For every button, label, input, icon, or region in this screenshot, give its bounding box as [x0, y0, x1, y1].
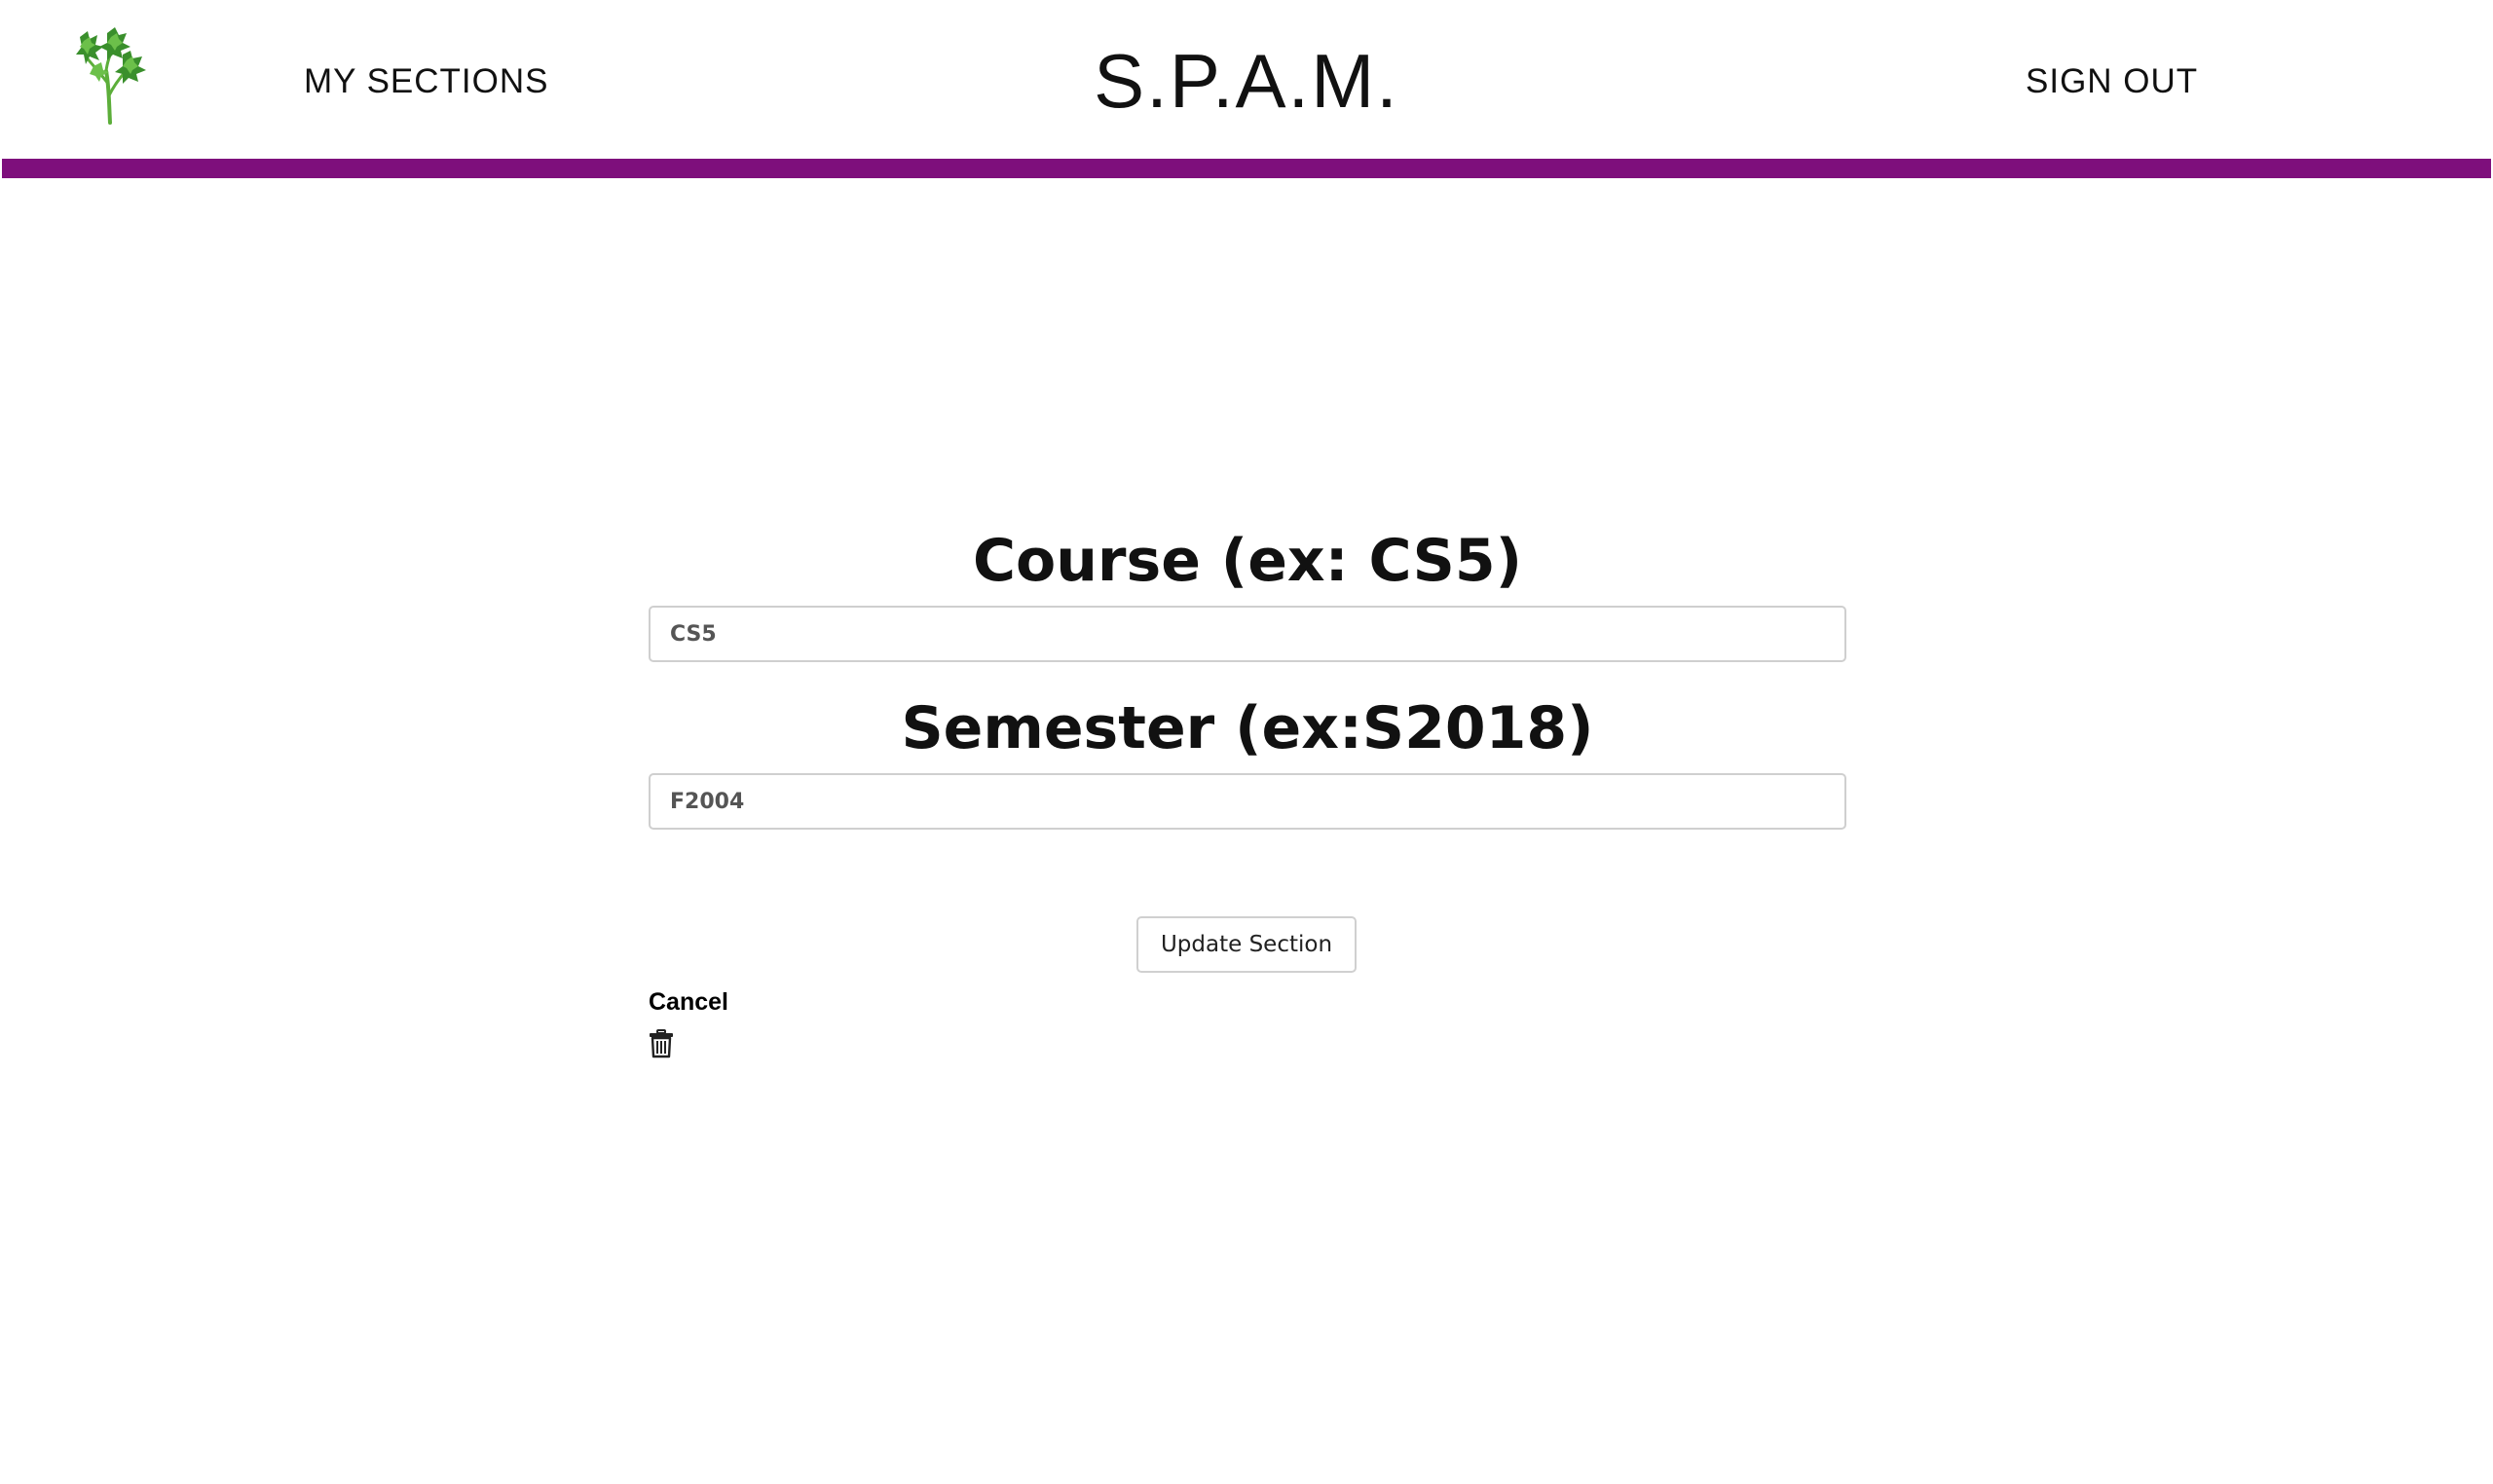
- edit-section-form: Course (ex: CS5) Semester (ex:S2018): [649, 516, 1846, 830]
- sign-out-link[interactable]: SIGN OUT: [2026, 60, 2198, 103]
- header: MY SECTIONS S.P.A.M. SIGN OUT: [0, 0, 2493, 159]
- header-accent-bar: [2, 159, 2491, 178]
- semester-input[interactable]: [649, 773, 1846, 830]
- course-input[interactable]: [649, 606, 1846, 662]
- update-section-button[interactable]: Update Section: [1136, 916, 1357, 973]
- page: MY SECTIONS S.P.A.M. SIGN OUT Course (ex…: [0, 0, 2493, 1484]
- cancel-link[interactable]: Cancel: [649, 986, 728, 1018]
- course-label: Course (ex: CS5): [972, 527, 1523, 595]
- semester-label: Semester (ex:S2018): [901, 694, 1594, 762]
- trash-icon[interactable]: [649, 1029, 674, 1058]
